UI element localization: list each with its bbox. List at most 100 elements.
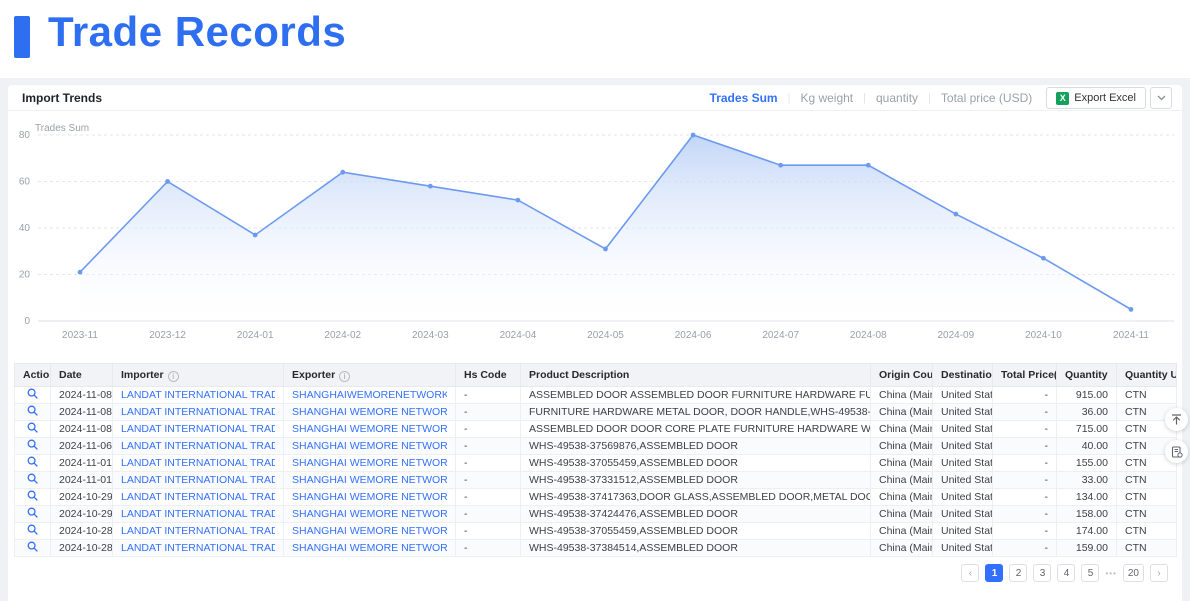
row-detail-button[interactable]	[27, 541, 38, 552]
column-header-label: Quantity Unit	[1125, 369, 1177, 381]
table-body: 2024-11-08 LANDAT INTERNATIONAL TRADING SH…	[15, 387, 1177, 557]
cell-destination-country: United States	[933, 472, 993, 489]
importer-link[interactable]: LANDAT INTERNATIONAL TRADING	[121, 389, 275, 401]
cell	[15, 455, 51, 472]
exporter-link[interactable]: SHANGHAI WEMORE NETWORK TECHNOLOGY	[292, 423, 447, 435]
export-dropdown-button[interactable]	[1150, 87, 1172, 109]
column-header-importer: Importeri	[113, 364, 284, 387]
y-tick-label: 60	[19, 177, 31, 188]
x-tick-label: 2024-04	[500, 330, 537, 341]
column-header-date: Date	[51, 364, 113, 387]
cell	[15, 438, 51, 455]
page-button-1[interactable]: 1	[985, 564, 1003, 582]
back-to-top-button[interactable]	[1165, 408, 1188, 431]
cell-hs-code: -	[456, 506, 521, 523]
page-button-4[interactable]: 4	[1057, 564, 1075, 582]
cell-hs-code: -	[456, 421, 521, 438]
row-detail-button[interactable]	[27, 524, 38, 535]
cell: SHANGHAI WEMORE NETWORK TECHNOLOGY	[284, 540, 456, 557]
x-tick-label: 2024-10	[1025, 330, 1062, 341]
area-fill	[80, 135, 1131, 321]
cell-origin-country: China (Mainla...	[871, 506, 933, 523]
tab-separator: |	[863, 92, 866, 104]
title-bar: Trade Records	[0, 0, 1190, 78]
data-point-2024-11	[1129, 307, 1134, 312]
row-detail-button[interactable]	[27, 388, 38, 399]
cell-total-price: -	[993, 540, 1057, 557]
row-detail-button[interactable]	[27, 405, 38, 416]
metric-tab-trades-sum[interactable]: Trades Sum	[710, 91, 778, 105]
importer-link[interactable]: LANDAT INTERNATIONAL TRADING	[121, 491, 275, 503]
exporter-link[interactable]: SHANGHAI WEMORE NETWORK TECHNOLOGY	[292, 440, 447, 452]
cell-hs-code: -	[456, 489, 521, 506]
exporter-link[interactable]: SHANGHAI WEMORE NETWORK TECHNOLOGY	[292, 406, 447, 418]
row-detail-button[interactable]	[27, 439, 38, 450]
column-header-total-price-u: Total Price(U...	[993, 364, 1057, 387]
page-button-2[interactable]: 2	[1009, 564, 1027, 582]
next-page-button[interactable]: ›	[1150, 564, 1168, 582]
exporter-link[interactable]: SHANGHAI WEMORE NETWORK TECHNOLOGY	[292, 474, 447, 486]
report-form-button[interactable]	[1165, 440, 1188, 463]
importer-link[interactable]: LANDAT INTERNATIONAL TRADING	[121, 423, 275, 435]
info-icon[interactable]: i	[168, 371, 179, 382]
table-row: 2024-11-06 LANDAT INTERNATIONAL TRADING SH…	[15, 438, 1177, 455]
cell-hs-code: -	[456, 540, 521, 557]
importer-link[interactable]: LANDAT INTERNATIONAL TRADING	[121, 525, 275, 537]
row-detail-button[interactable]	[27, 490, 38, 501]
export-excel-button[interactable]: X Export Excel	[1046, 87, 1146, 109]
exporter-link[interactable]: SHANGHAI WEMORE NETWORK TECHNOLOGY	[292, 491, 447, 503]
row-detail-button[interactable]	[27, 473, 38, 484]
cell-destination-country: United States	[933, 404, 993, 421]
cell-quantity-unit: CTN	[1117, 489, 1177, 506]
cell	[15, 506, 51, 523]
data-point-2024-05	[603, 247, 608, 252]
cell-product-description: WHS-49538-37424476,ASSEMBLED DOOR	[521, 506, 871, 523]
importer-link[interactable]: LANDAT INTERNATIONAL TRADING	[121, 474, 275, 486]
cell: LANDAT INTERNATIONAL TRADING	[113, 523, 284, 540]
x-tick-label: 2023-11	[62, 330, 98, 341]
cell-date: 2024-11-01	[51, 472, 113, 489]
chevron-down-icon	[1157, 95, 1166, 101]
metric-tabs: Trades Sum|Kg weight|quantity|Total pric…	[710, 91, 1033, 105]
info-icon[interactable]: i	[339, 371, 350, 382]
cell-date: 2024-11-06	[51, 438, 113, 455]
row-detail-button[interactable]	[27, 507, 38, 518]
cell: SHANGHAI WEMORE NETWORK TECHNOLOGY	[284, 404, 456, 421]
page-button-20[interactable]: 20	[1123, 564, 1144, 582]
table-row: 2024-10-29LANDAT INTERNATIONAL TRADINGSH…	[15, 489, 1177, 506]
pagination-ellipsis[interactable]: •••	[1105, 569, 1116, 578]
prev-page-button[interactable]: ‹	[961, 564, 979, 582]
exporter-link[interactable]: SHANGHAI WEMORE NETWORK TECHNOLOGY	[292, 525, 447, 537]
cell-date: 2024-11-08	[51, 387, 113, 404]
metric-tab-total-price-usd[interactable]: Total price (USD)	[941, 91, 1032, 105]
page-button-5[interactable]: 5	[1081, 564, 1099, 582]
exporter-link[interactable]: SHANGHAI WEMORE NETWORK TECHNOLOGY	[292, 457, 447, 469]
cell-origin-country: China (Mainla...	[871, 540, 933, 557]
data-point-2024-10	[1041, 256, 1046, 261]
importer-link[interactable]: LANDAT INTERNATIONAL TRADING	[121, 508, 275, 520]
cell-product-description: ASSEMBLED DOOR DOOR CORE PLATE FURNITURE…	[521, 421, 871, 438]
table-row: 2024-11-01 LANDAT INTERNATIONAL TRADING SH…	[15, 472, 1177, 489]
cell	[15, 540, 51, 557]
metric-tab-kg-weight[interactable]: Kg weight	[800, 91, 853, 105]
exporter-link[interactable]: SHANGHAIWEMORENETWORKTECHNOLOGY	[292, 389, 447, 401]
importer-link[interactable]: LANDAT INTERNATIONAL TRADING	[121, 440, 275, 452]
cell-hs-code: -	[456, 523, 521, 540]
table-row: 2024-10-28LANDAT INTERNATIONAL TRADINGSH…	[15, 523, 1177, 540]
excel-icon: X	[1056, 92, 1069, 105]
importer-link[interactable]: LANDAT INTERNATIONAL TRADING	[121, 457, 275, 469]
row-detail-button[interactable]	[27, 422, 38, 433]
page-button-3[interactable]: 3	[1033, 564, 1051, 582]
cell: SHANGHAI WEMORE NETWORK TECHNOLOGY	[284, 472, 456, 489]
row-detail-button[interactable]	[27, 456, 38, 467]
exporter-link[interactable]: SHANGHAI WEMORE NETWORK TECHNOLOGY	[292, 542, 447, 554]
cell-quantity-unit: CTN	[1117, 387, 1177, 404]
cell-quantity: 915.00	[1057, 387, 1117, 404]
metric-tab-quantity[interactable]: quantity	[876, 91, 918, 105]
importer-link[interactable]: LANDAT INTERNATIONAL TRADING	[121, 406, 275, 418]
exporter-link[interactable]: SHANGHAI WEMORE NETWORK TECHNOLOGY	[292, 508, 447, 520]
back-to-top-icon	[1171, 414, 1182, 425]
importer-link[interactable]: LANDAT INTERNATIONAL TRADING	[121, 542, 275, 554]
cell-hs-code: -	[456, 472, 521, 489]
export-excel-label: Export Excel	[1074, 92, 1136, 104]
